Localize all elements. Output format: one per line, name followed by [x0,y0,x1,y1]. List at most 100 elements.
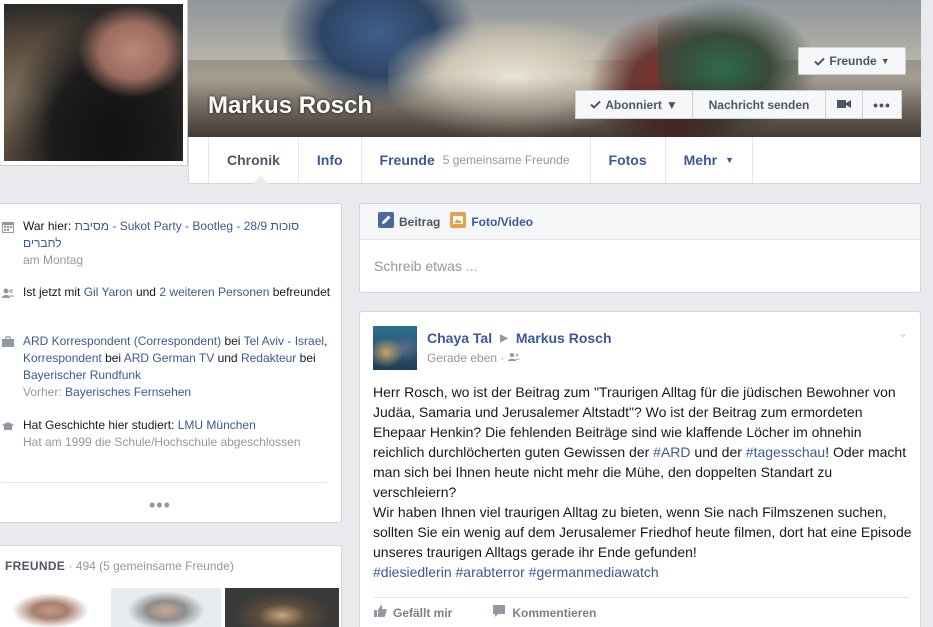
profile-picture[interactable] [0,0,188,166]
school-link[interactable]: LMU München [178,418,256,432]
pencil-icon [378,212,394,231]
video-call-button[interactable] [825,90,863,119]
intro-item-friendship: Ist jetzt mit Gil Yaron und 2 weiteren P… [1,284,331,301]
caret-down-icon: ▼ [880,56,890,66]
check-icon [814,57,826,66]
intro-text: bei [296,351,316,365]
tab-label: Info [316,152,343,168]
caret-down-icon: ▼ [725,155,735,165]
friends-card: FREUNDE · 494 (5 gemeinsame Freunde) [0,545,342,627]
friends-icon [1,286,15,300]
profile-tabs: Chronik Info Freunde 5 gemeinsame Freund… [188,137,921,184]
intro-text: , [324,334,328,348]
hashtag-link[interactable]: #arabterror [456,564,525,580]
intro-item-work: ARD Korrespondent (Correspondent) bei Te… [1,333,331,401]
avatar[interactable] [4,4,183,161]
post-composer: Beitrag Foto/Video Schreib etwas ... [359,203,921,293]
post-hashtags: #diesiedlerin #arabterror #germanmediawa… [373,562,913,582]
intro-text: Hat Geschichte hier studiert: [23,418,178,432]
see-more-button[interactable]: ••• [149,495,171,516]
author-link[interactable]: Chaya Tal [427,330,492,346]
audience-friends-icon[interactable] [508,351,521,365]
post-meta: Gerade eben · [427,351,521,365]
tab-freunde[interactable]: Freunde 5 gemeinsame Freunde [362,137,591,183]
feed-post: Chaya Tal ▶ Markus Rosch Gerade eben · ⌄… [359,311,921,627]
like-button[interactable]: Gefällt mir [373,604,452,621]
friends-heading[interactable]: FREUNDE · 494 (5 gemeinsame Freunde) [5,559,234,573]
intro-subtext: am Montag [23,253,84,267]
following-button[interactable]: Abonniert ▼ [575,90,693,119]
check-icon [590,98,601,112]
intro-text: bei [101,351,124,365]
profile-name[interactable]: Markus Rosch [208,92,372,120]
comment-icon [492,604,506,621]
tab-info[interactable]: Info [299,137,362,183]
composer-tab-label: Beitrag [399,214,441,229]
post-text: und der [690,444,746,460]
tab-fotos[interactable]: Fotos [591,137,666,183]
comment-label: Kommentieren [512,605,597,620]
intro-subtext: Vorher: [23,385,66,399]
location-link[interactable]: Tel Aviv - Israel [244,334,324,348]
post-body: Herr Rosch, wo ist der Beitrag zum "Trau… [373,382,913,582]
calendar-icon [1,220,15,234]
briefcase-icon [1,335,15,349]
education-icon [1,419,15,433]
tab-label: Chronik [227,152,280,168]
comment-button[interactable]: Kommentieren [492,604,596,621]
chevron-down-icon[interactable]: ⌄ [898,326,908,340]
employer-link[interactable]: Bayerischer Rundfunk [23,368,141,382]
send-message-label: Nachricht senden [708,97,810,112]
tab-label: Fotos [608,152,647,168]
friends-button[interactable]: Freunde ▼ [798,47,906,75]
tab-chronik[interactable]: Chronik [208,137,299,184]
like-label: Gefällt mir [393,605,453,620]
post-timestamp[interactable]: Gerade eben · [427,351,504,365]
following-button-label: Abonniert [605,97,662,112]
intro-subtext: Hat am 1999 die Schule/Hochschule abgesc… [23,435,301,449]
hashtag-link[interactable]: #diesiedlerin [373,564,452,580]
job-title-link[interactable]: Korrespondent [23,351,102,365]
post-paragraph: Wir haben Ihnen viel traurigen Alltag zu… [373,502,913,562]
tab-mehr[interactable]: Mehr ▼ [666,137,754,183]
send-message-button[interactable]: Nachricht senden [692,90,826,119]
intro-item-checkin: War hier: מסיבת - Sukot Party - Bootleg … [1,218,331,269]
friend-thumbnail[interactable] [225,588,339,627]
author-avatar[interactable] [373,326,417,370]
tab-label: Mehr [683,152,718,168]
friends-count: · 494 (5 gemeinsame Freunde) [65,559,234,573]
post-header: Chaya Tal ▶ Markus Rosch [427,330,612,346]
target-link[interactable]: Markus Rosch [516,330,612,346]
hashtag-link[interactable]: #ARD [653,444,690,460]
friend-thumbnail[interactable] [1,588,111,627]
friend-link[interactable]: Gil Yaron [84,285,133,299]
mutual-friends-count: 5 gemeinsame Freunde [442,153,570,167]
previous-employer-link[interactable]: Bayerisches Fernsehen [65,385,191,399]
post-actions: Gefällt mir Kommentieren [373,604,596,621]
employer-link[interactable]: ARD German TV [124,351,214,365]
composer-tabs: Beitrag Foto/Video [360,204,920,240]
job-title-link[interactable]: Redakteur [241,351,296,365]
intro-text: befreundet [269,285,331,299]
composer-tab-post[interactable]: Beitrag [378,212,440,231]
composer-tab-photo[interactable]: Foto/Video [450,212,533,231]
thumbs-up-icon [373,604,387,621]
profile-actions: Abonniert ▼ Nachricht senden ••• [575,90,902,119]
intro-item-education: Hat Geschichte hier studiert: LMU Münche… [1,417,331,451]
divider [1,482,327,483]
composer-tab-label: Foto/Video [471,214,534,229]
intro-text: und [132,285,160,299]
more-options-button[interactable]: ••• [862,90,902,119]
intro-card: War hier: מסיבת - Sukot Party - Bootleg … [0,203,342,523]
hashtag-link[interactable]: #tagesschau [746,444,825,460]
job-title-link[interactable]: ARD Korrespondent (Correspondent) [23,334,221,348]
intro-text: Ist jetzt mit [23,285,84,299]
friends-title: FREUNDE [5,559,66,573]
video-camera-icon [837,98,851,112]
intro-text: bei [221,334,244,348]
intro-text: War hier: [23,219,75,233]
friend-thumbnail[interactable] [111,588,221,627]
composer-input[interactable]: Schreib etwas ... [374,258,478,274]
hashtag-link[interactable]: #germanmediawatch [529,564,659,580]
more-people-link[interactable]: 2 weiteren Personen [159,285,269,299]
